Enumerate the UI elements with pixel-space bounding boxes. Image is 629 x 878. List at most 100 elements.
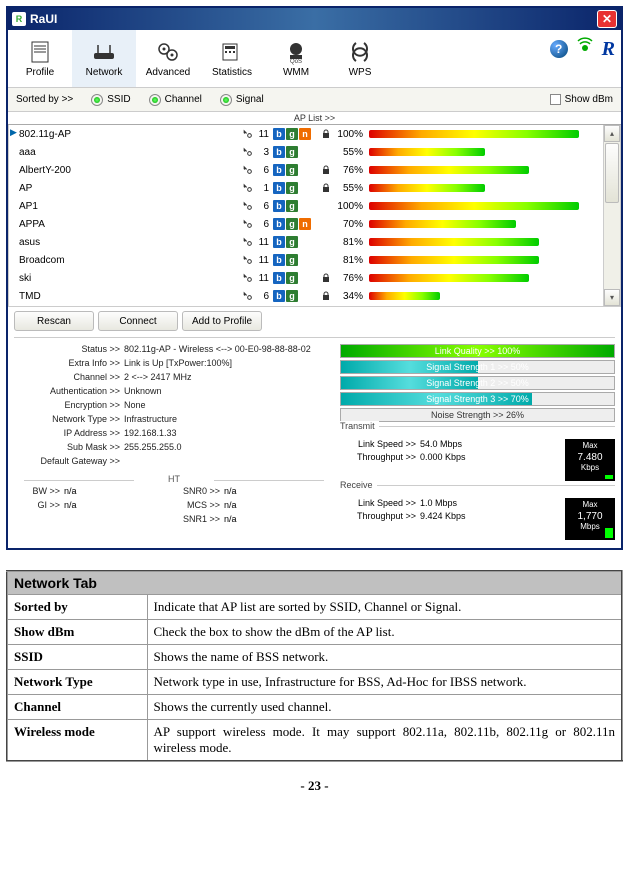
sort-ssid-option[interactable]: SSID (91, 94, 130, 106)
transmit-label: Transmit (340, 421, 379, 431)
details-panel: Status >>802.11g-AP - Wireless <--> 00-E… (8, 340, 621, 548)
lock-icon (321, 165, 335, 175)
scrollbar[interactable]: ▴▾ (603, 125, 620, 306)
lock-icon (321, 273, 335, 283)
connect-button[interactable]: Connect (98, 311, 178, 331)
ap-row[interactable]: TMD6bg34% (9, 287, 620, 305)
brand-r-icon: R (602, 38, 615, 61)
channel-label: Channel >> (14, 372, 124, 386)
key-icon (239, 236, 255, 249)
app-icon: R (12, 12, 26, 26)
ap-row[interactable]: Broadcom11bg81% (9, 251, 620, 269)
caption-key: Network Type (7, 670, 147, 695)
profile-icon (26, 39, 54, 65)
rx-linkspeed: 1.0 Mbps (420, 498, 457, 511)
caption-table: Network Tab Sorted byIndicate that AP li… (6, 570, 623, 762)
ap-row[interactable]: AP1bg55% (9, 179, 620, 197)
caption-row: Network TypeNetwork type in use, Infrast… (7, 670, 622, 695)
ap-ssid: Broadcom (19, 255, 239, 266)
ap-ssid: AlbertY-200 (19, 165, 239, 176)
ap-channel: 11 (255, 255, 273, 266)
sort-channel-option[interactable]: Channel (149, 94, 202, 106)
signal2-bar: Signal Strength 2 >> 50% (340, 376, 615, 390)
tab-label: WPS (349, 67, 372, 78)
snr1-label: SNR1 >> (174, 514, 224, 528)
ap-signal-bar (369, 256, 579, 264)
ap-modes: bgn (273, 128, 321, 140)
ap-ssid: ski (19, 273, 239, 284)
wps-icon (346, 39, 374, 65)
help-icon[interactable]: ? (550, 40, 568, 58)
caption-value: AP support wireless mode. It may support… (147, 720, 622, 762)
key-icon (239, 254, 255, 267)
ap-signal-pct: 100% (335, 201, 369, 212)
tx-gauge: Max 7.480 Kbps (565, 439, 615, 481)
caption-key: Sorted by (7, 595, 147, 620)
tx-throughput: 0.000 Kbps (420, 452, 466, 465)
ap-channel: 6 (255, 291, 273, 302)
ap-signal-bar (369, 292, 579, 300)
mcs-value: n/a (224, 500, 237, 514)
rescan-button[interactable]: Rescan (14, 311, 94, 331)
extrainfo-value: Link is Up [TxPower:100%] (124, 358, 334, 372)
mask-label: Sub Mask >> (14, 442, 124, 456)
status-label: Status >> (14, 344, 124, 358)
ap-modes: bg (273, 182, 321, 194)
ap-signal-pct: 55% (335, 147, 369, 158)
sorted-by-label: Sorted by >> (16, 94, 73, 105)
ap-row[interactable]: APPA6bgn70% (9, 215, 620, 233)
tab-network[interactable]: Network (72, 30, 136, 87)
noise-bar: Noise Strength >> 26% (340, 408, 615, 422)
scroll-down-icon[interactable]: ▾ (604, 289, 620, 306)
close-button[interactable]: ✕ (597, 10, 617, 28)
ip-value: 192.168.1.33 (124, 428, 334, 442)
wmm-icon: QoS (282, 39, 310, 65)
ap-row[interactable]: AlbertY-2006bg76% (9, 161, 620, 179)
ap-channel: 6 (255, 201, 273, 212)
tab-label: Statistics (212, 67, 252, 78)
lock-icon (321, 183, 335, 193)
tab-wmm[interactable]: QoS WMM (264, 30, 328, 87)
ap-signal-pct: 81% (335, 255, 369, 266)
channel-value: 2 <--> 2417 MHz (124, 372, 334, 386)
lock-icon (321, 129, 335, 139)
ap-signal-pct: 76% (335, 273, 369, 284)
ap-signal-pct: 34% (335, 291, 369, 302)
radio-toggle-icon[interactable] (572, 36, 598, 62)
tab-advanced[interactable]: Advanced (136, 30, 200, 87)
network-icon (90, 39, 118, 65)
ap-channel: 11 (255, 129, 273, 140)
scroll-thumb[interactable] (605, 143, 619, 203)
caption-row: Show dBmCheck the box to show the dBm of… (7, 620, 622, 645)
bw-label: BW >> (14, 486, 64, 500)
status-value: 802.11g-AP - Wireless <--> 00-E0-98-88-8… (124, 344, 334, 358)
sort-signal-option[interactable]: Signal (220, 94, 264, 106)
ap-row[interactable]: ski 11bg 76% (9, 269, 620, 287)
ap-modes: bg (273, 272, 321, 284)
tab-statistics[interactable]: Statistics (200, 30, 264, 87)
ap-channel: 3 (255, 147, 273, 158)
scroll-up-icon[interactable]: ▴ (604, 125, 620, 142)
snr0-value: n/a (224, 486, 237, 500)
key-icon (239, 200, 255, 213)
ap-modes: bg (273, 164, 321, 176)
ap-row[interactable]: aaa3bg55% (9, 143, 620, 161)
title-bar[interactable]: R RaUI ✕ (8, 8, 621, 30)
add-to-profile-button[interactable]: Add to Profile (182, 311, 262, 331)
ap-channel: 11 (255, 273, 273, 284)
rx-gauge: Max 1,770 Mbps (565, 498, 615, 540)
ap-row[interactable]: AP16bg100% (9, 197, 620, 215)
ap-row[interactable]: 802.11g-AP11bgn100% (9, 125, 620, 143)
ap-ssid: AP (19, 183, 239, 194)
caption-row: SSIDShows the name of BSS network. (7, 645, 622, 670)
ap-row[interactable]: asus11bg81% (9, 233, 620, 251)
mask-value: 255.255.255.0 (124, 442, 334, 456)
radio-icon (220, 94, 232, 106)
ap-ssid: TMD (19, 291, 239, 302)
button-row: Rescan Connect Add to Profile (8, 307, 621, 335)
show-dbm-checkbox[interactable]: Show dBm (550, 94, 613, 105)
gw-value (124, 456, 334, 470)
tab-wps[interactable]: WPS (328, 30, 392, 87)
tx-linkspeed: 54.0 Mbps (420, 439, 462, 452)
tab-profile[interactable]: Profile (8, 30, 72, 87)
